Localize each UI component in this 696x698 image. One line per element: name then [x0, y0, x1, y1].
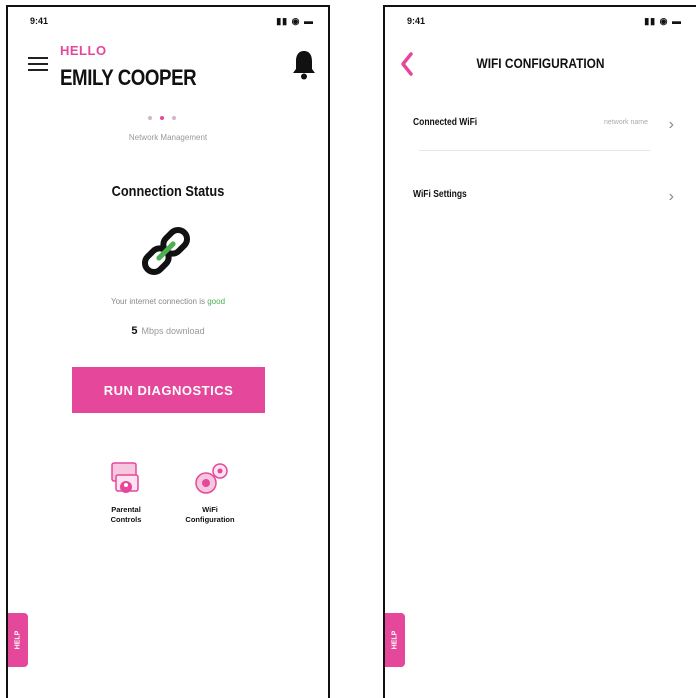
page-dot: [172, 116, 176, 120]
help-side-tab[interactable]: HELP: [8, 613, 28, 667]
section-subtitle: Network Management: [128, 133, 208, 142]
status-icons: ▮▮ ◉ ▬: [276, 16, 314, 26]
parental-controls-icon: [111, 462, 139, 493]
parental-controls-label: Parental Controls: [110, 505, 142, 524]
help-side-tab-label: HELP: [14, 630, 22, 650]
user-name: EMILY COOPER: [60, 65, 197, 90]
connection-message: Your internet connection is good: [8, 297, 328, 306]
status-time: 9:41: [407, 16, 426, 26]
page-title: WIFI CONFIGURATION: [476, 55, 605, 71]
row-label: WiFi Settings: [413, 189, 467, 200]
run-diagnostics-button[interactable]: RUN DIAGNOSTICS: [72, 367, 265, 413]
greeting: HELLO: [60, 43, 107, 58]
wifi-settings-row[interactable]: WiFi Settings ›: [407, 179, 678, 219]
menu-icon[interactable]: [28, 57, 48, 73]
page-dot: [148, 116, 152, 120]
wifi-configuration-icon: [195, 463, 228, 494]
wifi-configuration-label: WiFi Configuration: [185, 505, 235, 524]
speed-readout: 5 Mbps download: [8, 325, 328, 337]
status-time: 9:41: [30, 16, 49, 26]
chevron-right-icon: ›: [668, 116, 674, 133]
home-screen: 9:41 ▮▮ ◉ ▬ HELLO EMILY COOPER Network M…: [6, 5, 330, 698]
wifi-configuration-screen: 9:41 ▮▮ ◉ ▬ WIFI CONFIGURATION Connected…: [383, 5, 696, 698]
bell-icon[interactable]: [290, 47, 318, 81]
row-value: network name: [604, 119, 648, 126]
connection-message-text: Your internet connection is: [110, 297, 205, 306]
chevron-right-icon: ›: [668, 188, 674, 205]
help-side-tab-label: HELP: [391, 630, 399, 650]
divider: [419, 150, 650, 151]
help-side-tab[interactable]: HELP: [385, 613, 405, 667]
speed-unit: Mbps download: [141, 326, 205, 336]
connection-status-title: Connection Status: [111, 183, 225, 200]
row-label: Connected WiFi: [413, 117, 478, 128]
wifi-configuration-tile[interactable]: WiFi Configuration: [172, 459, 248, 525]
page-dot-active: [160, 116, 164, 120]
chain-link-icon: [141, 226, 191, 276]
parental-controls-tile[interactable]: Parental Controls: [88, 459, 164, 525]
status-bar: 9:41 ▮▮ ◉ ▬: [385, 15, 696, 31]
status-bar: 9:41 ▮▮ ◉ ▬: [8, 15, 328, 31]
connection-status-good: good: [207, 297, 226, 306]
page-indicator: [148, 116, 176, 120]
status-icons: ▮▮ ◉ ▬: [644, 16, 682, 26]
connected-wifi-row[interactable]: Connected WiFi network name ›: [407, 107, 678, 151]
speed-value: 5: [131, 325, 138, 337]
